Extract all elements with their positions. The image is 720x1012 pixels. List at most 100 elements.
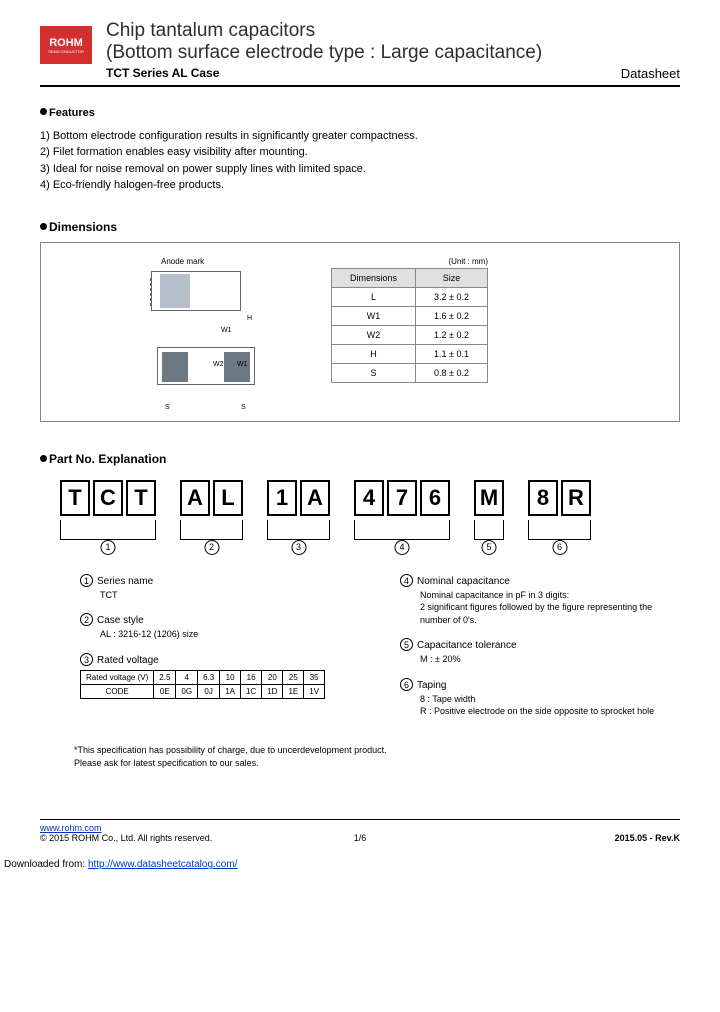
spec-note: *This specification has possibility of c…	[74, 744, 680, 769]
v-cell: 20	[262, 670, 283, 684]
rohm-logo: ROHM SEMICONDUCTOR	[40, 26, 92, 64]
v-cell: 0E	[154, 684, 176, 698]
dim-label-w1: W1	[221, 327, 232, 334]
pn-bracket	[528, 520, 591, 540]
expl-label: Case style	[97, 615, 144, 626]
circle-num-icon: 6	[400, 678, 413, 691]
v-cell: 6.3	[198, 670, 220, 684]
download-prefix: Downloaded from:	[4, 859, 85, 870]
anode-mark-label: Anode mark	[161, 257, 204, 266]
v-cell: 2.5	[154, 670, 176, 684]
v-cell: 25	[283, 670, 304, 684]
dim-cell: S	[332, 363, 416, 382]
partno-heading: Part No. Explanation	[49, 452, 166, 466]
expl-body: AL : 3216-12 (1206) size	[100, 628, 360, 641]
unit-label: (Unit : mm)	[331, 257, 488, 266]
dimensions-section: Dimensions Anode mark H W1 W2 W1 S S (Un	[40, 220, 680, 422]
circle-num-icon: 4	[400, 574, 413, 587]
partno-boxes: TCT AL 1A 476 M 8R	[60, 480, 680, 516]
download-url-link[interactable]: http://www.datasheetcatalog.com/	[88, 859, 238, 870]
pn-char: A	[180, 480, 210, 516]
partno-section: Part No. Explanation TCT AL 1A 476 M 8R …	[40, 452, 680, 770]
expl-body: TCT	[100, 589, 360, 602]
bullet-icon	[40, 455, 47, 462]
v-cell: 1D	[262, 684, 283, 698]
pn-char: 6	[420, 480, 450, 516]
pn-char: 8	[528, 480, 558, 516]
dim-cell: L	[332, 287, 416, 306]
v-cell: 0G	[176, 684, 198, 698]
dim-label-h: H	[247, 315, 252, 322]
dim-cell: 3.2 ± 0.2	[416, 287, 488, 306]
expl-label: Taping	[417, 680, 446, 691]
pn-char: C	[93, 480, 123, 516]
expl-label: Series name	[97, 576, 153, 587]
voltage-table: Rated voltage (V)2.546.31016202535 CODE0…	[80, 670, 325, 699]
dim-col-head: Size	[416, 268, 488, 287]
v-cell: 10	[220, 670, 241, 684]
circle-num-icon: 1	[80, 574, 93, 587]
circle-num-icon: 2	[80, 613, 93, 626]
dim-cell: W2	[332, 325, 416, 344]
series-name: TCT Series AL Case	[106, 66, 219, 81]
dim-label-s: S	[241, 404, 246, 411]
pn-char: R	[561, 480, 591, 516]
title-line2: (Bottom surface electrode type : Large c…	[106, 42, 680, 64]
pn-bracket	[60, 520, 156, 540]
pn-char: M	[474, 480, 504, 516]
bullet-icon	[40, 108, 47, 115]
feature-item: 4) Eco-friendly halogen-free products.	[40, 177, 680, 194]
v-cell: 0J	[198, 684, 220, 698]
page-number: 1/6	[354, 833, 367, 843]
revision-label: 2015.05 - Rev.K	[615, 833, 680, 843]
pn-char: L	[213, 480, 243, 516]
v-cell: 1A	[220, 684, 241, 698]
doctype-label: Datasheet	[621, 66, 680, 81]
v-cell: Rated voltage (V)	[81, 670, 154, 684]
dim-cell: 1.1 ± 0.1	[416, 344, 488, 363]
v-cell: 16	[240, 670, 261, 684]
rohm-url-link[interactable]: www.rohm.com	[40, 823, 102, 833]
footer: www.rohm.com © 2015 ROHM Co., Ltd. All r…	[40, 819, 680, 843]
header-bar: ROHM SEMICONDUCTOR Chip tantalum capacit…	[40, 20, 680, 87]
feature-item: 1) Bottom electrode configuration result…	[40, 128, 680, 145]
v-cell: 1C	[240, 684, 261, 698]
bullet-icon	[40, 223, 47, 230]
copyright-text: © 2015 ROHM Co., Ltd. All rights reserve…	[40, 833, 212, 843]
pn-bracket	[354, 520, 450, 540]
dim-cell: 1.6 ± 0.2	[416, 306, 488, 325]
expl-body: 8 : Tape width R : Positive electrode on…	[420, 693, 680, 718]
dim-cell: W1	[332, 306, 416, 325]
v-cell: 1V	[304, 684, 325, 698]
pn-char: 4	[354, 480, 384, 516]
v-cell: 4	[176, 670, 198, 684]
pn-char: 1	[267, 480, 297, 516]
feature-item: 3) Ideal for noise removal on power supp…	[40, 161, 680, 178]
dim-label-s: S	[165, 404, 170, 411]
pn-char: T	[126, 480, 156, 516]
pn-char: T	[60, 480, 90, 516]
expl-label: Capacitance tolerance	[417, 640, 517, 651]
features-heading: Features	[49, 107, 95, 119]
features-section: Features 1) Bottom electrode configurati…	[40, 105, 680, 194]
pn-bracket	[474, 520, 504, 540]
v-cell: 1E	[283, 684, 304, 698]
expl-body: M : ± 20%	[420, 653, 680, 666]
v-cell: 35	[304, 670, 325, 684]
dim-col-head: Dimensions	[332, 268, 416, 287]
pn-bracket	[180, 520, 243, 540]
expl-label: Nominal capacitance	[417, 576, 510, 587]
dim-cell: 1.2 ± 0.2	[416, 325, 488, 344]
pn-bracket	[267, 520, 330, 540]
pn-char: 7	[387, 480, 417, 516]
dimensions-table: DimensionsSize L3.2 ± 0.2 W11.6 ± 0.2 W2…	[331, 268, 488, 383]
dim-label-w3: W1	[237, 361, 248, 368]
pn-char: A	[300, 480, 330, 516]
expl-label: Rated voltage	[97, 655, 159, 666]
dim-cell: H	[332, 344, 416, 363]
circle-num-icon: 5	[400, 638, 413, 651]
v-cell: CODE	[81, 684, 154, 698]
dimension-drawing: Anode mark H W1 W2 W1 S S	[121, 257, 291, 407]
expl-body: Nominal capacitance in pF in 3 digits: 2…	[420, 589, 680, 627]
dim-label-w2: W2	[213, 361, 224, 368]
